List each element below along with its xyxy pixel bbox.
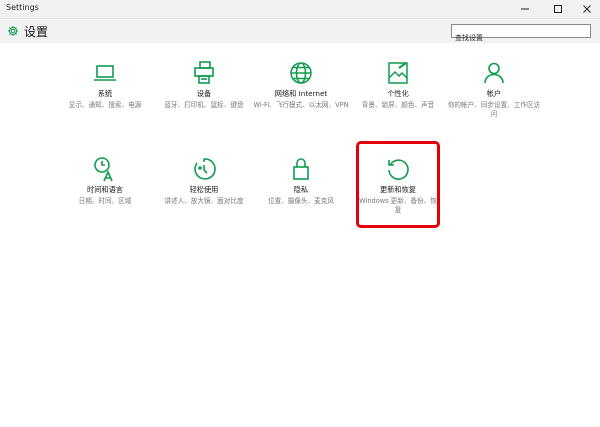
tile-personalization[interactable]: 个性化 背景、锁屏、颜色、声音 <box>350 60 446 130</box>
tile-network[interactable]: 网络和 Internet Wi-Fi、飞行模式、以太网、VPN <box>253 60 349 130</box>
personalization-icon <box>388 62 408 84</box>
search-input[interactable] <box>452 32 590 44</box>
tile-label: 轻松使用 <box>189 185 219 194</box>
globe-icon <box>290 62 312 84</box>
tile-label: 网络和 Internet <box>274 89 328 98</box>
person-icon <box>484 62 504 84</box>
lock-icon <box>293 158 309 180</box>
maximize-icon <box>554 5 562 13</box>
laptop-icon <box>94 65 116 81</box>
minimize-button[interactable] <box>510 0 540 18</box>
close-button[interactable] <box>572 0 600 18</box>
tile-description: Windows 更新、备份、恢复 <box>359 197 437 214</box>
tile-label: 时间和语言 <box>87 185 123 194</box>
gear-icon <box>8 26 18 36</box>
search-box[interactable] <box>451 24 591 44</box>
tile-description: 讲述人、放大镜、面对比度 <box>164 197 244 205</box>
maximize-button[interactable] <box>543 0 573 18</box>
tile-label: 更新和恢复 <box>380 185 416 194</box>
tile-system[interactable]: 系统 显示、通知、搜索、电源 <box>57 60 153 130</box>
tile-label: 隐私 <box>293 185 309 194</box>
tile-label: 个性化 <box>387 89 409 98</box>
tile-privacy[interactable]: 隐私 位置、摄像头、麦克风 <box>253 156 349 226</box>
tile-label: 帐户 <box>486 89 502 98</box>
update-recovery-icon <box>388 159 409 180</box>
tile-description: Wi-Fi、飞行模式、以太网、VPN <box>253 101 349 109</box>
tile-accounts[interactable]: 帐户 你的帐户、同步设置、工作区访问 <box>446 60 542 130</box>
tile-devices[interactable]: 设备 蓝牙、打印机、鼠标、键盘 <box>156 60 252 130</box>
tile-label: 设备 <box>196 89 212 98</box>
tile-description: 你的帐户、同步设置、工作区访问 <box>447 101 541 118</box>
devices-icon <box>194 61 214 84</box>
close-icon <box>583 5 591 13</box>
tile-label: 系统 <box>97 89 113 98</box>
tile-description: 蓝牙、打印机、鼠标、键盘 <box>164 101 244 109</box>
page-title: 设置 <box>24 25 49 39</box>
time-language-icon <box>94 157 113 182</box>
tile-description: 背景、锁屏、颜色、声音 <box>361 101 435 109</box>
ease-of-access-icon <box>194 158 216 180</box>
tile-description: 位置、摄像头、麦克风 <box>268 197 334 205</box>
window-titlebar: Settings <box>0 0 600 19</box>
tile-description: 显示、通知、搜索、电源 <box>68 101 142 109</box>
window-title: Settings <box>6 3 39 12</box>
tile-time-language[interactable]: 时间和语言 日期、时间、区域 <box>57 156 153 226</box>
tile-update-recovery[interactable]: 更新和恢复 Windows 更新、备份、恢复 <box>356 141 440 228</box>
tile-description: 日期、时间、区域 <box>78 197 132 205</box>
minimize-icon <box>521 8 529 10</box>
tile-ease-of-access[interactable]: 轻松使用 讲述人、放大镜、面对比度 <box>156 156 252 226</box>
settings-header: 设置 <box>0 19 600 44</box>
